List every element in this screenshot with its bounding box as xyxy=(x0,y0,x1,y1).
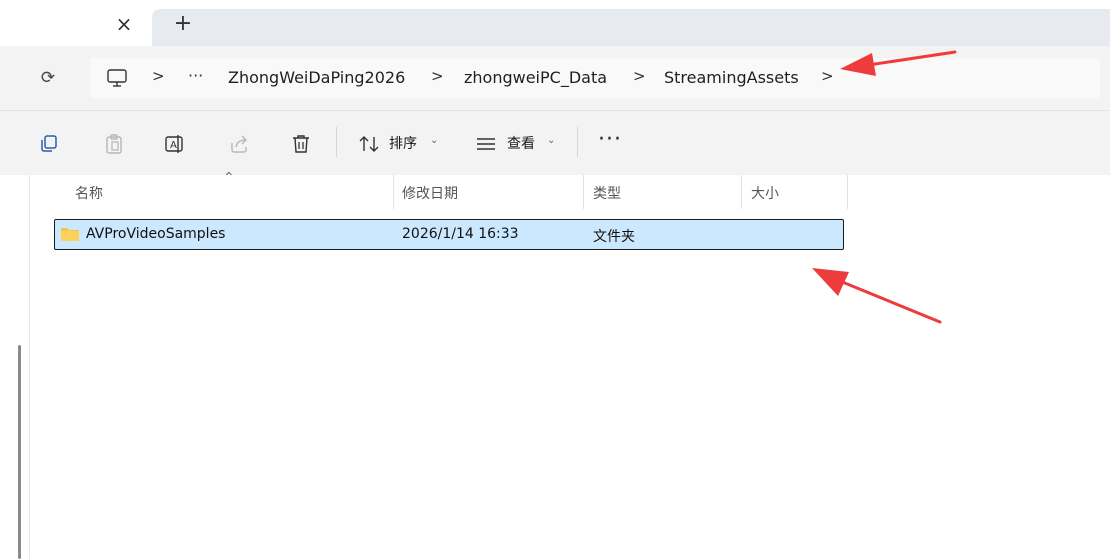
annotation-arrow-address xyxy=(840,50,957,76)
annotation-arrow-folder xyxy=(812,268,942,324)
annotation-arrows xyxy=(812,50,957,324)
